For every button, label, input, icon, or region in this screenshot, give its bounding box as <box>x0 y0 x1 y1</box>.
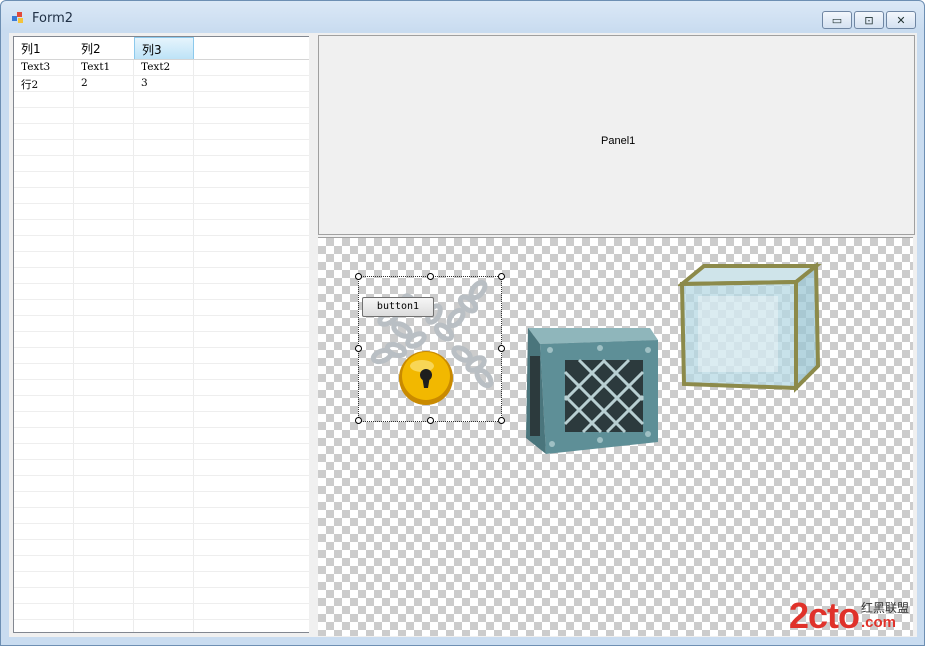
watermark-domain: .com <box>860 614 896 631</box>
maximize-button[interactable]: ⊡ <box>854 11 884 29</box>
table-row[interactable]: Text3 Text1 Text2 <box>14 60 309 76</box>
panel1: Panel1 <box>318 35 915 235</box>
watermark-cn-text: 红黑联盟 <box>860 601 909 615</box>
grid-cell[interactable]: Text2 <box>134 61 170 73</box>
glass-cube-image <box>678 262 822 393</box>
minimize-button[interactable]: ▭ <box>822 11 852 29</box>
form-client-area: 列1 列2 列3 Text3 Text1 Text2 行2 2 3 Panel1 <box>9 33 917 637</box>
watermark-logo: 2cto <box>788 595 860 636</box>
metal-crate-image <box>526 328 658 454</box>
grid-cell[interactable]: Text3 <box>14 61 50 73</box>
resize-handle[interactable] <box>498 417 505 424</box>
grid-body[interactable]: Text3 Text1 Text2 行2 2 3 <box>14 60 309 632</box>
panel2: button1 2cto 红黑联盟 .com <box>318 237 913 636</box>
table-row[interactable]: 行2 2 3 <box>14 76 309 92</box>
data-grid-view[interactable]: 列1 列2 列3 Text3 Text1 Text2 行2 2 3 <box>13 36 310 633</box>
grid-cell[interactable]: 2 <box>74 77 88 89</box>
resize-handle[interactable] <box>355 273 362 280</box>
site-watermark: 2cto 红黑联盟 .com <box>789 598 909 634</box>
split-container-splitter[interactable] <box>309 33 317 637</box>
title-bar[interactable]: Form2 ▭ ⊡ ✕ <box>1 1 924 33</box>
maximize-icon: ⊡ <box>864 13 874 27</box>
column-header-3[interactable]: 列3 <box>134 37 194 59</box>
form-icon <box>12 12 24 24</box>
grid-cell[interactable]: Text1 <box>74 61 110 73</box>
close-icon: ✕ <box>896 13 906 27</box>
window-title: Form2 <box>32 11 74 26</box>
grid-cell[interactable]: 行2 <box>14 77 38 92</box>
panel1-label: Panel1 <box>601 135 636 147</box>
minimize-icon: ▭ <box>831 13 843 27</box>
resize-handle[interactable] <box>498 345 505 352</box>
resize-handle[interactable] <box>498 273 505 280</box>
column-header-1[interactable]: 列1 <box>14 37 74 59</box>
close-button[interactable]: ✕ <box>886 11 916 29</box>
form2-window: Form2 ▭ ⊡ ✕ 列1 列2 列3 Text3 Text1 Text2 行… <box>0 0 925 646</box>
resize-handle[interactable] <box>427 273 434 280</box>
button1[interactable]: button1 <box>362 297 434 317</box>
resize-handle[interactable] <box>355 417 362 424</box>
grid-header: 列1 列2 列3 <box>14 37 309 60</box>
resize-handle[interactable] <box>427 417 434 424</box>
resize-handle[interactable] <box>355 345 362 352</box>
column-header-2[interactable]: 列2 <box>74 37 134 59</box>
grid-cell[interactable]: 3 <box>134 77 148 89</box>
